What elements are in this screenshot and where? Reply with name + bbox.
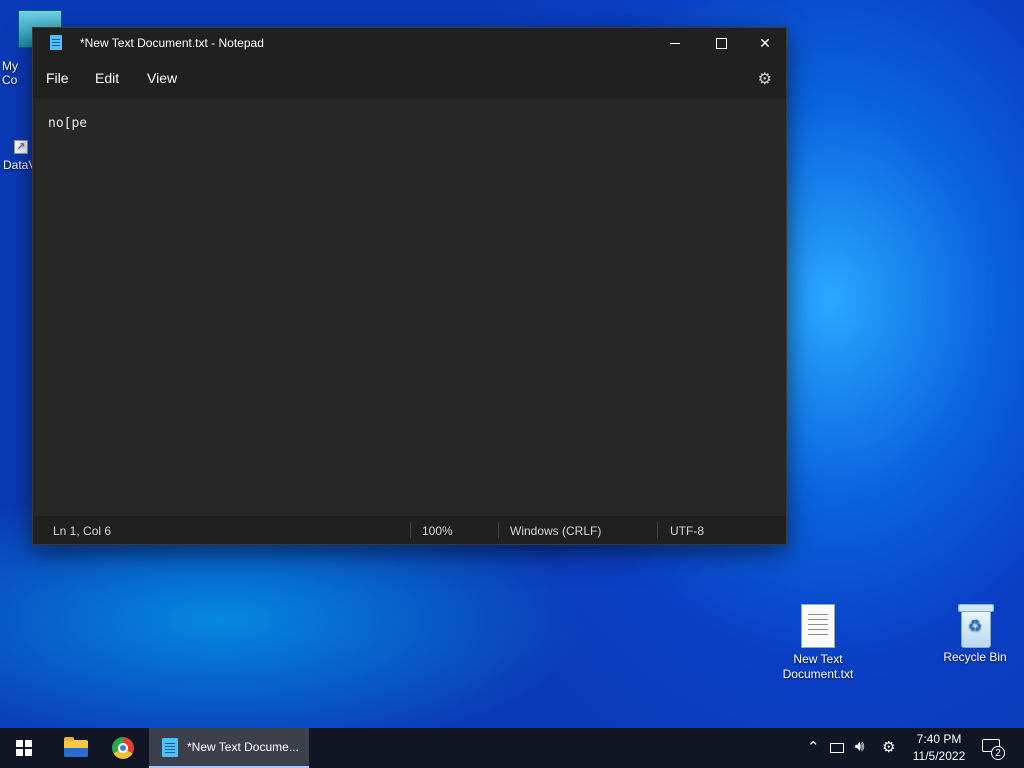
desktop-icon-label: My Co [2, 59, 18, 87]
status-divider [657, 522, 658, 538]
menu-bar: File Edit View ⚙ [33, 58, 786, 98]
window-title: *New Text Document.txt - Notepad [80, 36, 264, 50]
taskbar-chrome[interactable] [100, 728, 148, 768]
menu-file[interactable]: File [46, 70, 69, 86]
network-icon[interactable] [830, 738, 844, 755]
clock-time: 7:40 PM [916, 732, 962, 746]
file-explorer-icon [64, 737, 88, 757]
taskbar-notepad[interactable]: *New Text Docume... [149, 728, 309, 768]
settings-gear-icon[interactable]: ⚙ [882, 738, 895, 756]
zoom-level: 100% [422, 524, 453, 538]
taskbar: *New Text Docume... ⌃ 🔊︎ ⚙ 7:40 PM 11/5/… [0, 728, 1024, 768]
editor-content[interactable]: no[pe [48, 116, 87, 131]
chevron-up-icon[interactable]: ⌃ [807, 738, 820, 756]
settings-gear-icon[interactable]: ⚙ [758, 69, 772, 89]
maximize-icon [715, 37, 727, 49]
status-divider [410, 522, 411, 538]
notification-center-button[interactable]: 2 [982, 737, 1005, 760]
maximize-button[interactable] [698, 28, 744, 58]
chrome-icon [112, 737, 134, 759]
start-button[interactable] [0, 728, 48, 768]
recycle-bin-icon: ♻ [958, 604, 994, 648]
minimize-button[interactable] [652, 28, 698, 58]
text-file-icon [801, 604, 835, 648]
notification-count-badge: 2 [991, 746, 1005, 760]
desktop-icon-label: Recycle Bin [943, 650, 1007, 664]
menu-view[interactable]: View [147, 70, 177, 86]
taskbar-app-label: *New Text Docume... [187, 740, 299, 754]
desktop-icon-recycle-bin[interactable]: ♻ Recycle Bin [935, 604, 1015, 665]
windows-logo-icon [16, 740, 32, 756]
minimize-icon [670, 42, 680, 44]
encoding: UTF-8 [670, 524, 704, 538]
desktop-icon-label: New Text Document.txt [782, 652, 854, 681]
notepad-icon [50, 35, 62, 50]
volume-icon[interactable]: 🔊︎ [855, 738, 864, 755]
shortcut-icon: ↗ [14, 140, 28, 154]
text-editor-area[interactable]: no[pe [33, 98, 786, 518]
notepad-window: *New Text Document.txt - Notepad ✕ File … [32, 27, 787, 545]
taskbar-file-explorer[interactable] [49, 728, 97, 768]
line-ending: Windows (CRLF) [510, 524, 602, 538]
cursor-position: Ln 1, Col 6 [53, 524, 112, 538]
clock[interactable]: 7:40 PM 11/5/2022 [904, 731, 974, 765]
desktop-icon-new-text-document[interactable]: New Text Document.txt [778, 604, 858, 682]
status-divider [498, 522, 499, 538]
notepad-icon [162, 738, 178, 757]
menu-edit[interactable]: Edit [95, 70, 119, 86]
close-button[interactable]: ✕ [742, 28, 788, 58]
title-bar[interactable]: *New Text Document.txt - Notepad ✕ [33, 28, 786, 58]
close-icon: ✕ [759, 34, 771, 51]
clock-date: 11/5/2022 [912, 749, 966, 763]
status-bar: Ln 1, Col 6 100% Windows (CRLF) UTF-8 [33, 516, 786, 544]
